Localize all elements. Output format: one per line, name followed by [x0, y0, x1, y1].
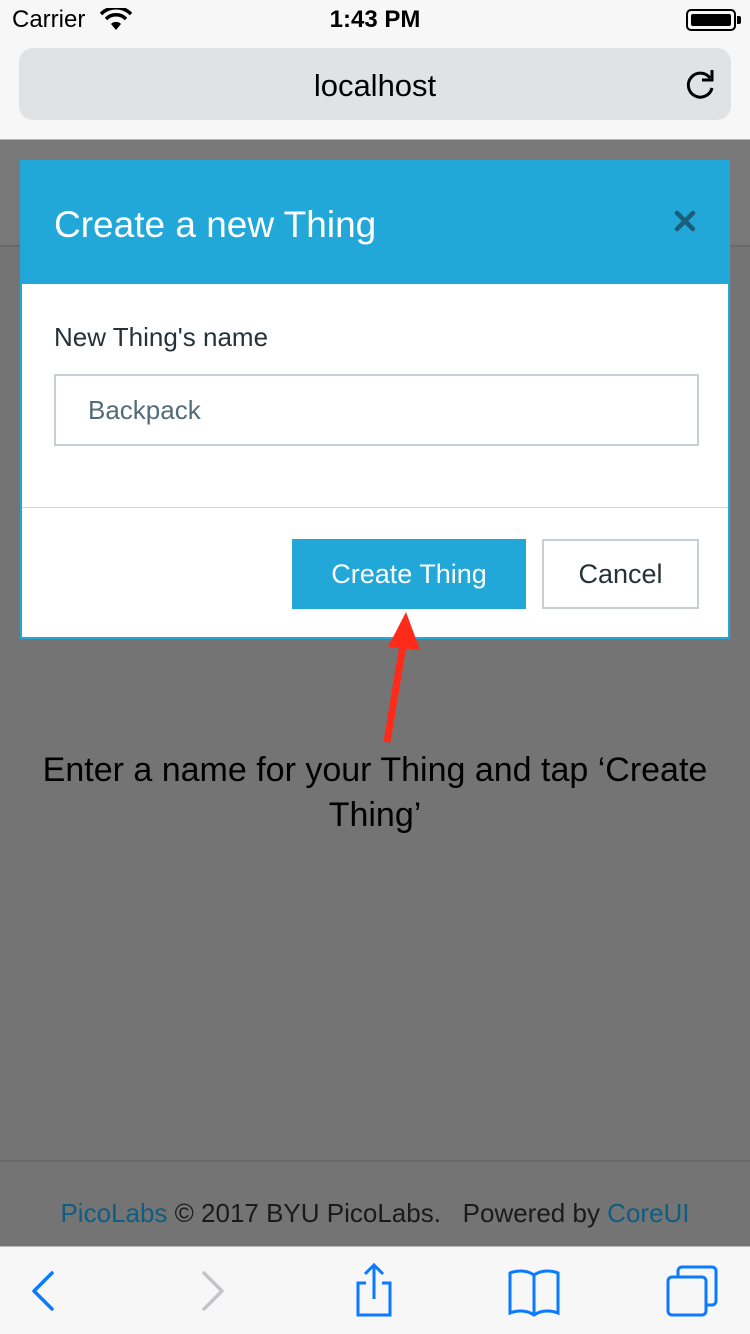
picolabs-link[interactable]: PicoLabs [60, 1198, 167, 1228]
tabs-icon[interactable] [662, 1261, 722, 1321]
copyright-text: © 2017 BYU PicoLabs. [167, 1198, 441, 1228]
cancel-button[interactable]: Cancel [542, 539, 699, 609]
annotation-line-1: Enter a name for your Thing and tap ‘Cre… [42, 751, 708, 789]
url-field[interactable]: localhost [19, 48, 731, 120]
battery-tip [737, 16, 741, 24]
modal-body: New Thing's name [22, 284, 728, 508]
clock: 1:43 PM [329, 6, 421, 33]
page-footer: PicoLabs © 2017 BYU PicoLabs. Powered by… [0, 1160, 750, 1246]
browser-address-area: localhost [0, 40, 750, 140]
annotation-arrow [383, 612, 420, 743]
modal-title: Create a new Thing [54, 204, 377, 245]
reload-icon[interactable] [683, 68, 717, 102]
back-icon[interactable] [14, 1261, 74, 1321]
thing-name-input[interactable] [54, 374, 699, 446]
share-icon[interactable] [344, 1261, 404, 1321]
forward-icon[interactable] [182, 1261, 242, 1321]
create-thing-button[interactable]: Create Thing [292, 539, 526, 609]
coreui-link[interactable]: CoreUI [607, 1198, 689, 1228]
browser-toolbar [0, 1246, 750, 1334]
url-text: localhost [313, 68, 437, 103]
modal-header: Create a new Thing [22, 162, 728, 284]
thing-name-label: New Thing's name [54, 322, 269, 352]
annotation-line-2: Thing’ [328, 796, 422, 834]
create-thing-modal: Create a new Thing New Thing's name Crea… [20, 160, 730, 639]
footer-text: PicoLabs © 2017 BYU PicoLabs. Powered by… [0, 1198, 750, 1229]
close-icon[interactable] [670, 206, 700, 236]
instruction-annotation: Enter a name for your Thing and tap ‘Cre… [0, 748, 750, 838]
status-bar: Carrier 1:43 PM [0, 0, 750, 40]
powered-by-text: Powered by [462, 1198, 608, 1228]
bookmarks-icon[interactable] [504, 1261, 564, 1321]
battery-icon [686, 9, 736, 31]
